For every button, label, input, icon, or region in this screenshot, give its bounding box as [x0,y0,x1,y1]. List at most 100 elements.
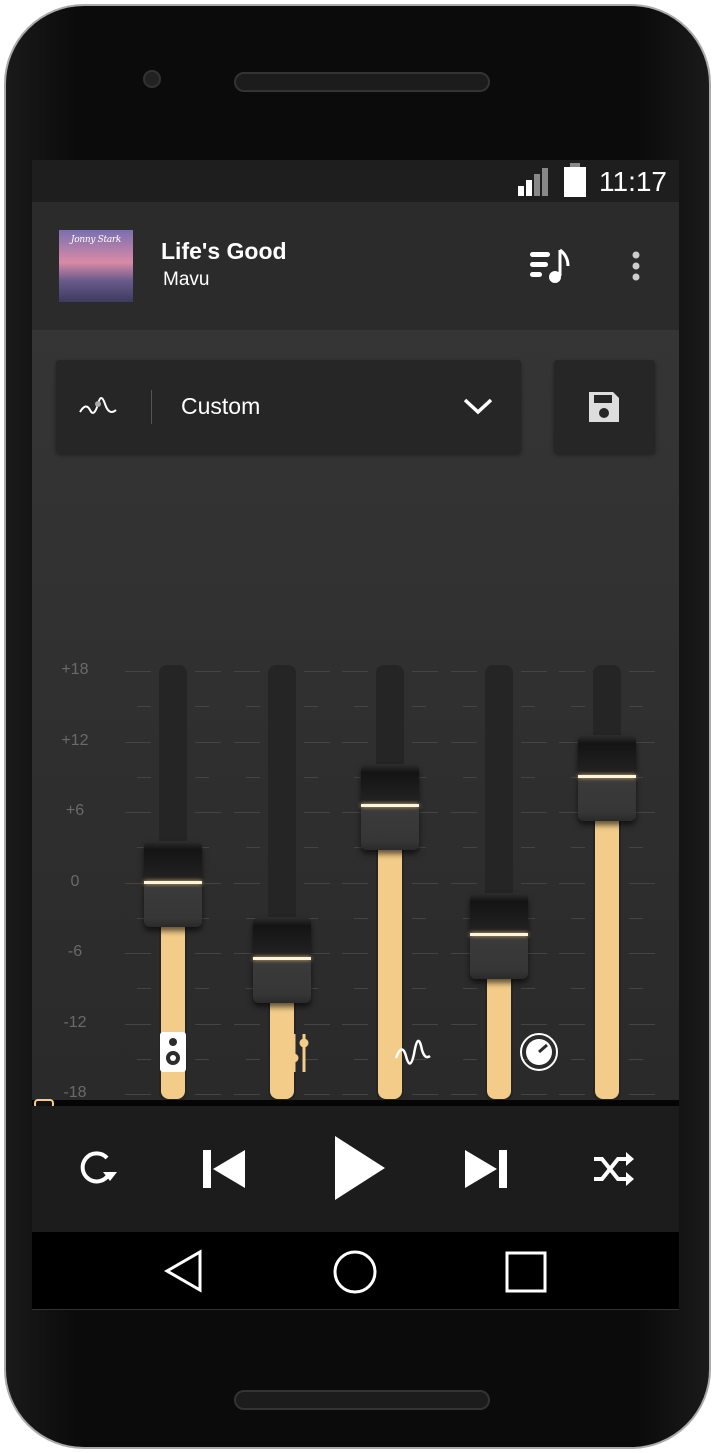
grid-tick [195,1094,221,1095]
playback-controls [32,1106,679,1232]
grid-tick [412,988,426,990]
grid-tick [234,1094,260,1095]
grid-tick [195,988,209,990]
next-button[interactable] [456,1106,516,1232]
grid-tick [521,882,547,884]
grid-tick [629,847,643,849]
status-bar: 11:17 [32,160,679,202]
grid-tick [412,671,438,672]
grid-tick [342,1023,368,1025]
grid-tick [629,988,643,990]
recents-icon[interactable] [504,1250,548,1294]
now-playing-header: Jonny Stark Life's Good Mavu [32,202,679,330]
save-icon [589,392,619,422]
slider-handle-high[interactable] [578,734,636,821]
grid-tick [559,1094,585,1095]
grid-tick [412,882,438,884]
grid-tick [521,1023,547,1025]
grid-tick [125,1023,151,1025]
grid-tick [125,812,151,813]
grid-tick [342,882,368,884]
grid-tick [412,917,426,919]
waveform-icon [394,1039,431,1065]
equalizer-sliders-icon [279,1034,309,1072]
eq-curve-icon [79,397,117,414]
queue-music-icon[interactable] [528,246,574,286]
grid-tick [354,917,368,919]
play-button[interactable] [322,1106,392,1232]
tab-knob[interactable] [517,1030,561,1074]
album-art-text: Jonny Stark [70,235,122,245]
repeat-icon [80,1151,117,1184]
clock: 11:17 [599,166,667,197]
grid-tick [521,706,535,708]
grid-tick [521,812,547,813]
grid-tick [195,776,209,778]
repeat-button[interactable] [68,1106,128,1232]
grid-tick [137,988,151,990]
earpiece [234,72,490,92]
grid-tick [412,706,426,708]
grid-tick [629,1094,655,1095]
grid-tick [629,1058,643,1060]
grid-tick [629,671,655,672]
shuffle-button[interactable] [584,1106,644,1232]
back-icon[interactable] [164,1249,204,1293]
grid-tick [412,953,438,954]
handle-indicator [470,933,528,937]
grid-tick [559,671,585,672]
handle-indicator [253,956,311,960]
shuffle-icon [594,1152,634,1186]
grid-tick [342,1094,368,1095]
tab-speaker[interactable] [151,1030,195,1074]
save-preset-button[interactable] [554,360,655,453]
grid-tick [304,1023,330,1025]
home-icon[interactable] [332,1249,378,1295]
grid-tick [451,882,477,884]
scale-label: +18 [61,661,89,678]
screen: 11:17 Jonny Stark Life's Good Mavu Custo… [32,160,679,1310]
preset-dropdown[interactable]: Custom [56,360,521,453]
skip-next-icon [465,1150,507,1188]
previous-button[interactable] [194,1106,254,1232]
slider-handle-bass[interactable] [144,840,202,927]
grid-tick [629,917,643,919]
grid-tick [571,917,585,919]
grid-tick [629,953,655,954]
grid-tick [195,741,221,743]
grid-tick [195,1058,209,1060]
grid-tick [463,776,477,778]
handle-indicator [144,880,202,884]
grid-tick [125,671,151,672]
knob-icon [520,1033,558,1071]
grid-tick [354,706,368,708]
grid-tick [521,776,535,778]
grid-tick [571,847,585,849]
grid-tick [629,706,643,708]
grid-tick [234,812,260,813]
grid-tick [571,706,585,708]
battery-icon [564,163,586,197]
slider-fill [595,776,619,1099]
grid-tick [234,1023,260,1025]
grid-tick [451,671,477,672]
bottom-speaker [234,1390,490,1410]
grid-tick [195,706,209,708]
grid-tick [137,706,151,708]
grid-tick [354,1058,368,1060]
grid-tick [304,741,330,743]
grid-tick [463,847,477,849]
grid-tick [571,988,585,990]
slider-handle-low[interactable] [253,916,311,1003]
slider-handle-upper[interactable] [470,893,528,980]
tab-equalizer[interactable] [272,1030,316,1074]
slider-handle-mid[interactable] [361,764,419,851]
album-art[interactable]: Jonny Stark [59,230,133,302]
tab-waveform[interactable] [394,1030,438,1074]
scale-label: +12 [61,731,89,749]
grid-tick [304,776,318,778]
speaker-icon [160,1032,186,1072]
grid-tick [125,741,151,743]
grid-tick [412,1023,438,1025]
more-vert-icon[interactable] [628,250,644,284]
